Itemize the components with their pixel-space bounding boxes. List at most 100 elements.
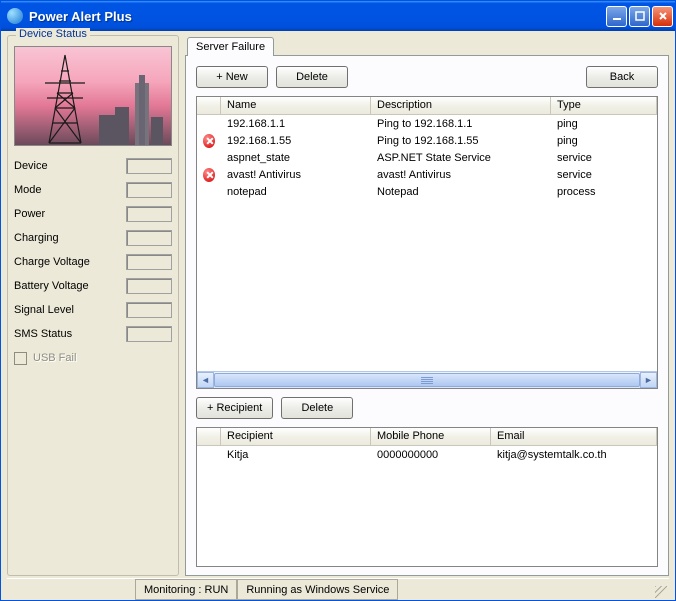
maximize-icon [635, 11, 645, 21]
table-row[interactable]: aspnet_stateASP.NET State Serviceservice [197, 149, 657, 166]
status-value [126, 206, 172, 222]
servers-grid[interactable]: Name Description Type 192.168.1.1Ping to… [196, 96, 658, 389]
col2-recipient[interactable]: Recipient [221, 428, 371, 445]
status-value [126, 278, 172, 294]
resize-grip-icon[interactable] [651, 579, 669, 600]
scroll-right-button[interactable]: ► [640, 372, 657, 388]
cell-recipient: Kitja [221, 448, 371, 462]
status-row: Battery Voltage [14, 274, 172, 298]
recipients-grid[interactable]: Recipient Mobile Phone Email Kitja000000… [196, 427, 658, 567]
close-button[interactable] [652, 6, 673, 27]
col2-email[interactable]: Email [491, 428, 657, 445]
new-button[interactable]: + New [196, 66, 268, 88]
scroll-thumb[interactable] [214, 373, 640, 387]
status-label: Device [14, 160, 122, 172]
status-value [126, 302, 172, 318]
right-pane: Server Failure + New Delete Back Name De… [185, 35, 669, 576]
delete-recipient-button[interactable]: Delete [281, 397, 353, 419]
titlebar[interactable]: Power Alert Plus [1, 1, 675, 31]
statusbar-spacer [7, 579, 135, 600]
status-monitoring: Monitoring : RUN [135, 579, 237, 600]
app-icon [7, 8, 23, 24]
cell-desc: ASP.NET State Service [371, 151, 551, 165]
add-recipient-button[interactable]: + Recipient [196, 397, 273, 419]
status-row: Device [14, 154, 172, 178]
client-area: Device Status [1, 31, 675, 600]
status-value [126, 182, 172, 198]
col-name[interactable]: Name [221, 97, 371, 114]
cell-desc: Ping to 192.168.1.1 [371, 117, 551, 131]
col2-phone[interactable]: Mobile Phone [371, 428, 491, 445]
cell-type: ping [551, 117, 657, 131]
error-icon [203, 134, 215, 148]
device-image [14, 46, 172, 146]
device-status-group: Device Status [7, 35, 179, 576]
status-label: Charging [14, 232, 122, 244]
status-label: Battery Voltage [14, 280, 122, 292]
status-label: Charge Voltage [14, 256, 122, 268]
col2-icon[interactable] [197, 428, 221, 445]
cell-name: avast! Antivirus [221, 168, 371, 182]
cell-name: aspnet_state [221, 151, 371, 165]
tabstrip: Server Failure [187, 35, 669, 56]
servers-grid-header[interactable]: Name Description Type [197, 97, 657, 115]
status-label: Power [14, 208, 122, 220]
table-row[interactable]: 192.168.1.55Ping to 192.168.1.55ping [197, 132, 657, 149]
table-row[interactable]: Kitja0000000000kitja@systemtalk.co.th [197, 446, 657, 463]
close-icon [658, 11, 668, 21]
status-label: Signal Level [14, 304, 122, 316]
back-button[interactable]: Back [586, 66, 658, 88]
cell-name: notepad [221, 185, 371, 199]
cell-phone: 0000000000 [371, 448, 491, 462]
status-label: Mode [14, 184, 122, 196]
status-value [126, 230, 172, 246]
maximize-button[interactable] [629, 6, 650, 27]
cell-type: service [551, 168, 657, 182]
app-window: Power Alert Plus Device Status [0, 0, 676, 601]
usb-fail-checkbox [14, 352, 27, 365]
cell-desc: Ping to 192.168.1.55 [371, 134, 551, 148]
minimize-icon [612, 11, 622, 21]
cell-type: process [551, 185, 657, 199]
error-icon [203, 168, 215, 182]
cell-desc: avast! Antivirus [371, 168, 551, 182]
window-title: Power Alert Plus [29, 9, 606, 24]
table-row[interactable]: 192.168.1.1Ping to 192.168.1.1ping [197, 115, 657, 132]
table-row[interactable]: notepadNotepadprocess [197, 183, 657, 200]
recipients-grid-header[interactable]: Recipient Mobile Phone Email [197, 428, 657, 446]
servers-grid-body[interactable]: 192.168.1.1Ping to 192.168.1.1ping192.16… [197, 115, 657, 371]
status-row: Power [14, 202, 172, 226]
usb-fail-label: USB Fail [33, 352, 172, 364]
col-icon[interactable] [197, 97, 221, 114]
status-value [126, 326, 172, 342]
server-toolbar: + New Delete Back [196, 66, 658, 88]
tab-body: + New Delete Back Name Description Type … [185, 55, 669, 576]
servers-scrollbar[interactable]: ◄ ► [197, 371, 657, 388]
cell-email: kitja@systemtalk.co.th [491, 448, 657, 462]
scroll-track[interactable] [214, 372, 640, 388]
cell-type: ping [551, 134, 657, 148]
status-row: Charging [14, 226, 172, 250]
scroll-left-button[interactable]: ◄ [197, 372, 214, 388]
delete-button[interactable]: Delete [276, 66, 348, 88]
status-value [126, 254, 172, 270]
usb-fail-row: USB Fail [14, 346, 172, 370]
status-row: SMS Status [14, 322, 172, 346]
recipients-grid-body[interactable]: Kitja0000000000kitja@systemtalk.co.th [197, 446, 657, 566]
status-label: SMS Status [14, 328, 122, 340]
recipient-toolbar: + Recipient Delete [196, 397, 658, 419]
device-status-legend: Device Status [16, 28, 90, 40]
status-row: Signal Level [14, 298, 172, 322]
status-service: Running as Windows Service [237, 579, 398, 600]
status-row: Mode [14, 178, 172, 202]
window-controls [606, 6, 673, 27]
table-row[interactable]: avast! Antivirusavast! Antivirusservice [197, 166, 657, 183]
cell-name: 192.168.1.55 [221, 134, 371, 148]
col-desc[interactable]: Description [371, 97, 551, 114]
status-value [126, 158, 172, 174]
cell-desc: Notepad [371, 185, 551, 199]
minimize-button[interactable] [606, 6, 627, 27]
tab-server-failure[interactable]: Server Failure [187, 37, 274, 56]
col-type[interactable]: Type [551, 97, 657, 114]
cell-type: service [551, 151, 657, 165]
